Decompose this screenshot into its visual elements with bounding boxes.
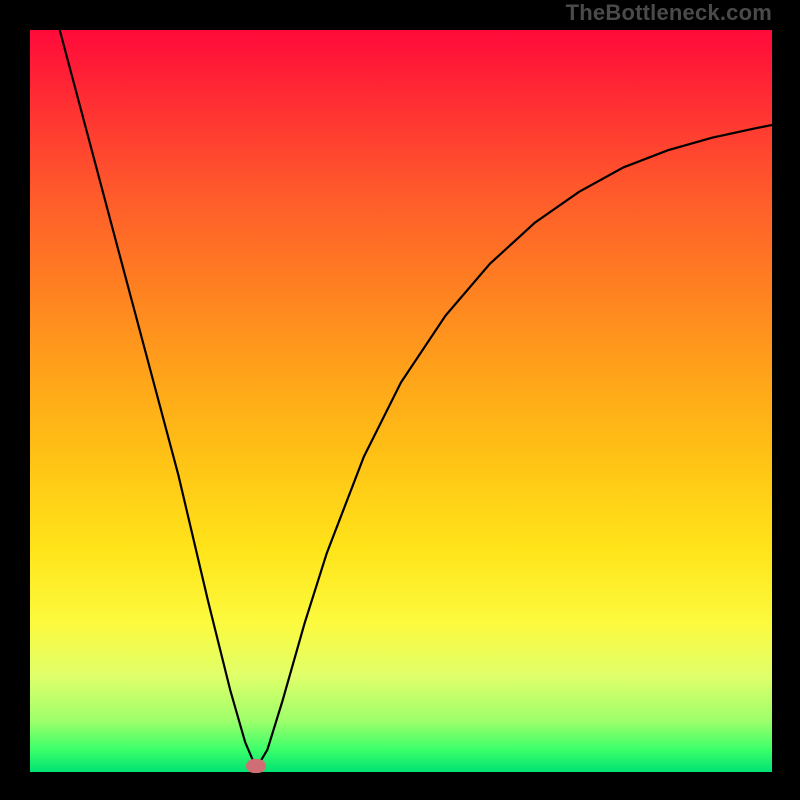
minimum-marker	[246, 759, 266, 773]
chart-container: TheBottleneck.com	[0, 0, 800, 800]
bottleneck-curve	[60, 30, 772, 768]
plot-area	[30, 30, 772, 772]
watermark-text: TheBottleneck.com	[566, 0, 772, 26]
curve-layer	[30, 30, 772, 772]
